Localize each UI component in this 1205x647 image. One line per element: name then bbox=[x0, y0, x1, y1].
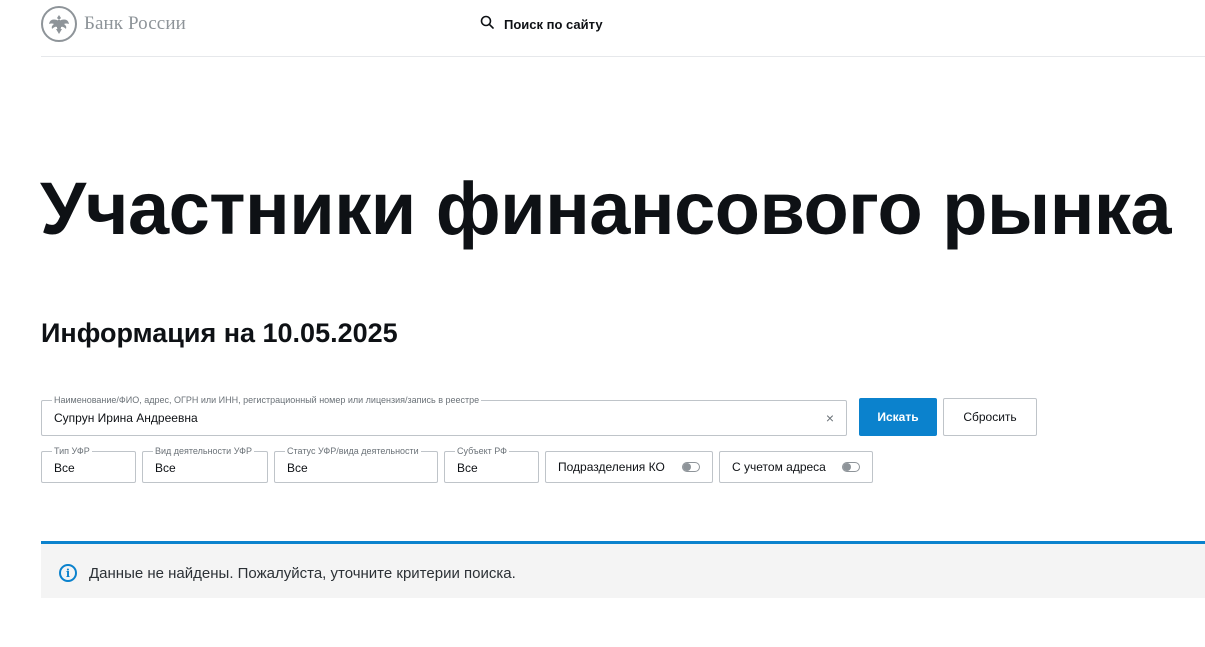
notice-text: Данные не найдены. Пожалуйста, уточните … bbox=[89, 565, 516, 582]
logo-text: Банк России bbox=[84, 13, 186, 34]
bank-logo[interactable]: Банк России bbox=[41, 6, 186, 42]
toggle-knob bbox=[683, 463, 691, 471]
toggle-switch[interactable] bbox=[682, 462, 700, 472]
toggle-ko-divisions[interactable]: Подразделения КО bbox=[545, 451, 713, 483]
no-results-notice: i Данные не найдены. Пожалуйста, уточнит… bbox=[41, 541, 1205, 598]
filter-value: Все bbox=[155, 461, 176, 475]
search-input[interactable]: Наименование/ФИО, адрес, ОГРН или ИНН, р… bbox=[41, 394, 847, 436]
search-input-value: Супрун Ирина Андреевна bbox=[54, 411, 198, 425]
toggle-knob bbox=[843, 463, 851, 471]
info-icon: i bbox=[59, 564, 77, 582]
eagle-emblem-icon bbox=[41, 6, 77, 42]
toggle-label: С учетом адреса bbox=[732, 460, 826, 474]
filter-type-select[interactable]: Тип УФР Все bbox=[41, 445, 136, 483]
toggle-with-address[interactable]: С учетом адреса bbox=[719, 451, 873, 483]
filter-label: Статус УФР/вида деятельности bbox=[285, 445, 421, 457]
filter-status-select[interactable]: Статус УФР/вида деятельности Все bbox=[274, 445, 438, 483]
filter-value: Все bbox=[54, 461, 75, 475]
info-date-heading: Информация на 10.05.2025 bbox=[41, 318, 398, 348]
filter-value: Все bbox=[457, 461, 478, 475]
search-button[interactable]: Искать bbox=[859, 398, 937, 436]
filter-label: Вид деятельности УФР bbox=[153, 445, 254, 457]
filter-region-select[interactable]: Субъект РФ Все bbox=[444, 445, 539, 483]
page-title: Участники финансового рынка bbox=[40, 167, 1172, 250]
search-input-label: Наименование/ФИО, адрес, ОГРН или ИНН, р… bbox=[52, 394, 482, 406]
filter-activity-select[interactable]: Вид деятельности УФР Все bbox=[142, 445, 268, 483]
page: Банк России Поиск по сайту Участники фин… bbox=[0, 0, 1205, 647]
filter-label: Тип УФР bbox=[52, 445, 92, 457]
search-icon bbox=[480, 15, 494, 34]
site-header: Банк России Поиск по сайту bbox=[41, 0, 1205, 57]
site-search-link[interactable]: Поиск по сайту bbox=[480, 15, 603, 34]
filter-value: Все bbox=[287, 461, 308, 475]
close-icon[interactable]: × bbox=[826, 410, 834, 426]
reset-button[interactable]: Сбросить bbox=[943, 398, 1037, 436]
site-search-label: Поиск по сайту bbox=[504, 17, 603, 32]
toggle-label: Подразделения КО bbox=[558, 460, 665, 474]
filter-label: Субъект РФ bbox=[455, 445, 509, 457]
toggle-switch[interactable] bbox=[842, 462, 860, 472]
